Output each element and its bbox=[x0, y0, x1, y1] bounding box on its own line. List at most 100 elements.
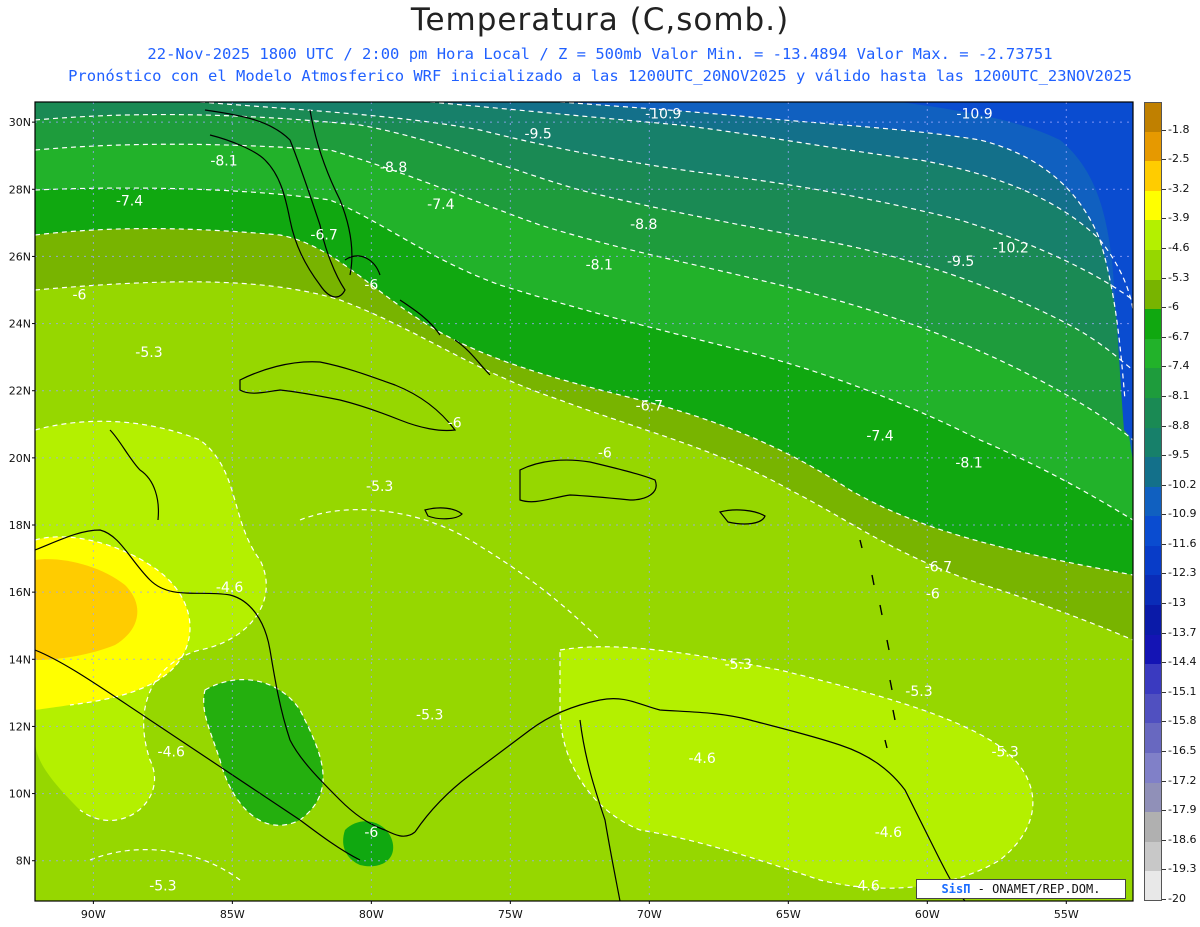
lon-label: 60W bbox=[915, 908, 940, 921]
lon-label: 90W bbox=[81, 908, 106, 921]
contour-label: -9.5 bbox=[947, 254, 974, 270]
colorbar-tick bbox=[1162, 721, 1166, 723]
lat-label: 18N bbox=[9, 519, 31, 532]
contour-label: -5.3 bbox=[366, 479, 393, 495]
lat-label: 20N bbox=[9, 452, 31, 465]
lon-label: 75W bbox=[498, 908, 523, 921]
contour-label: -6 bbox=[926, 587, 940, 603]
contour-label: -5.3 bbox=[149, 879, 176, 895]
contour-label: -8.1 bbox=[210, 153, 237, 169]
colorbar-tick bbox=[1162, 662, 1166, 664]
contour-label: -5.3 bbox=[991, 744, 1018, 760]
colorbar-label: -6.7 bbox=[1168, 329, 1190, 343]
colorbar-tick bbox=[1162, 484, 1166, 486]
contour-label: -8.8 bbox=[380, 160, 407, 176]
colorbar-tick bbox=[1162, 425, 1166, 427]
lat-label: 24N bbox=[9, 318, 31, 331]
colorbar-tick bbox=[1162, 751, 1166, 753]
colorbar-tick bbox=[1162, 514, 1166, 516]
contour-label: -10.9 bbox=[645, 106, 681, 122]
colorbar-label: -14.4 bbox=[1168, 655, 1197, 669]
colorbar-label: -9.5 bbox=[1168, 448, 1190, 462]
colorbar-label: -6 bbox=[1168, 300, 1179, 314]
colorbar-tick bbox=[1162, 573, 1166, 575]
contour-label: -6.7 bbox=[310, 227, 337, 243]
colorbar-tick bbox=[1162, 455, 1166, 457]
lat-label: 14N bbox=[9, 653, 31, 666]
colorbar-tick bbox=[1162, 395, 1166, 397]
contour-label: -6 bbox=[364, 278, 378, 294]
colorbar-tick bbox=[1162, 780, 1166, 782]
colorbar-label: -15.1 bbox=[1168, 684, 1197, 698]
colorbar-label: -4.6 bbox=[1168, 240, 1190, 254]
lon-label: 55W bbox=[1054, 908, 1079, 921]
lon-label: 80W bbox=[359, 908, 384, 921]
contour-label: -5.3 bbox=[135, 345, 162, 361]
contour-label: -6.7 bbox=[636, 399, 663, 415]
colorbar-label: -13 bbox=[1168, 596, 1186, 610]
sispi-logo: SisΠ bbox=[941, 882, 971, 896]
contour-label: -8.8 bbox=[630, 217, 657, 233]
credit-text: - ONAMET/REP.DOM. bbox=[977, 882, 1101, 896]
colorbar-label: -16.5 bbox=[1168, 744, 1197, 758]
colorbar-label: -20 bbox=[1168, 892, 1186, 905]
colorbar-tick bbox=[1162, 810, 1166, 812]
colorbar-label: -7.4 bbox=[1168, 359, 1190, 373]
contour-label: -5.3 bbox=[905, 684, 932, 700]
contour-label: -6 bbox=[364, 825, 378, 841]
contour-label: -4.6 bbox=[875, 825, 902, 841]
contour-label: -7.4 bbox=[116, 194, 143, 210]
temperature-map: -10.9 -10.9 -9.5 -8.1 -8.8 -7.4 -7.4 -8.8 -6.7 -1… bbox=[9, 101, 1134, 921]
contour-label: -6 bbox=[448, 415, 462, 431]
contour-label: -10.9 bbox=[956, 106, 992, 122]
colorbar-tick bbox=[1162, 603, 1166, 605]
colorbar-tick bbox=[1162, 277, 1166, 279]
lat-label: 12N bbox=[9, 720, 31, 733]
contour-label: -4.6 bbox=[158, 744, 185, 760]
colorbar-tick bbox=[1162, 899, 1166, 900]
contour-label: -5.3 bbox=[416, 707, 443, 723]
contour-label: -4.6 bbox=[688, 751, 715, 767]
contour-label: -7.4 bbox=[427, 197, 454, 213]
contour-label: -8.1 bbox=[586, 258, 613, 274]
lon-label: 70W bbox=[637, 908, 662, 921]
colorbar-tick bbox=[1162, 543, 1166, 545]
contour-label: -6.7 bbox=[925, 560, 952, 576]
contour-label: -9.5 bbox=[524, 127, 551, 143]
contour-label: -5.3 bbox=[725, 657, 752, 673]
lat-label: 10N bbox=[9, 788, 31, 801]
colorbar-tick bbox=[1162, 188, 1166, 190]
colorbar-tick bbox=[1162, 869, 1166, 871]
colorbar-label: -17.2 bbox=[1168, 773, 1197, 787]
colorbar-tick bbox=[1162, 366, 1166, 368]
colorbar-tick bbox=[1162, 218, 1166, 220]
contour-label: -4.6 bbox=[852, 879, 879, 895]
colorbar-tick bbox=[1162, 839, 1166, 841]
colorbar-label: -13.7 bbox=[1168, 625, 1197, 639]
contour-label: -6 bbox=[598, 446, 612, 462]
colorbar-tick bbox=[1162, 129, 1166, 131]
lon-label: 65W bbox=[776, 908, 801, 921]
colorbar-label: -10.9 bbox=[1168, 507, 1197, 521]
colorbar-label: -3.9 bbox=[1168, 211, 1190, 225]
lat-label: 16N bbox=[9, 586, 31, 599]
colorbar-label: -15.8 bbox=[1168, 714, 1197, 728]
colorbar-label: -17.9 bbox=[1168, 803, 1197, 817]
colorbar-label: -11.6 bbox=[1168, 536, 1197, 550]
colorbar-tick bbox=[1162, 632, 1166, 634]
colorbar-label: -12.3 bbox=[1168, 566, 1197, 580]
colorbar-label: -18.6 bbox=[1168, 832, 1197, 846]
contour-label: -7.4 bbox=[866, 429, 893, 445]
lon-label: 85W bbox=[220, 908, 245, 921]
lat-label: 30N bbox=[9, 116, 31, 129]
contour-label: -4.6 bbox=[216, 580, 243, 596]
colorbar-label: -8.8 bbox=[1168, 418, 1190, 432]
colorbar-label: -10.2 bbox=[1168, 477, 1197, 491]
colorbar-tick bbox=[1162, 159, 1166, 161]
lat-label: 8N bbox=[16, 855, 31, 868]
colorbar-tick bbox=[1162, 307, 1166, 309]
contour-label: -6 bbox=[72, 288, 86, 304]
colorbar-label: -2.5 bbox=[1168, 152, 1190, 166]
colorbar-frame bbox=[1144, 102, 1162, 901]
colorbar-tick bbox=[1162, 691, 1166, 693]
